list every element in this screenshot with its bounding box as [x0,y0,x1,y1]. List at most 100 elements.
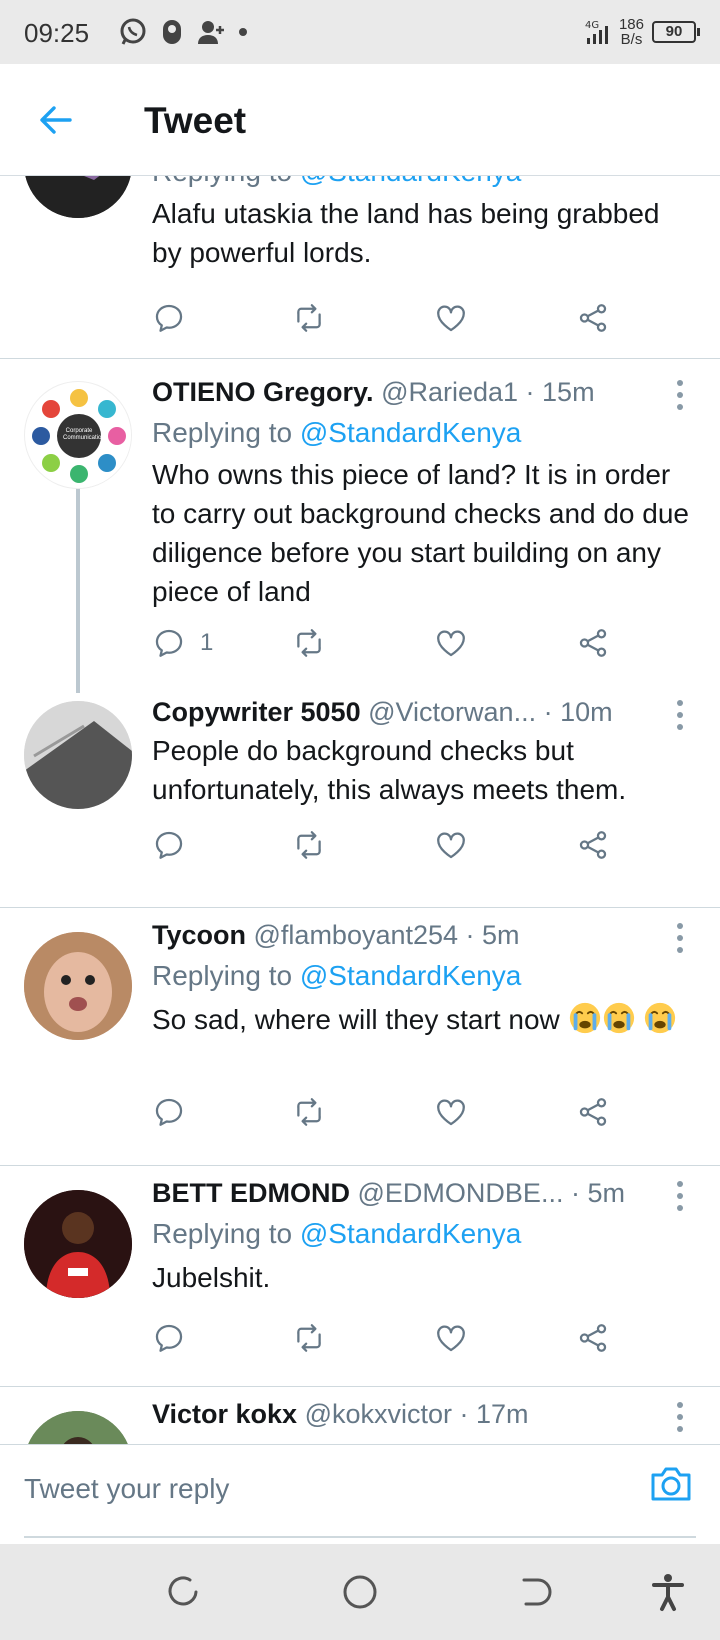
retweet-icon [292,1321,326,1355]
avatar[interactable] [24,932,132,1040]
avatar-image [24,932,132,1040]
share-icon [576,301,610,335]
camera-button[interactable] [648,1461,694,1507]
reply-input-underline [24,1536,696,1538]
share-button[interactable] [576,1090,610,1134]
avatar-image [24,1411,132,1444]
heart-icon [434,828,468,862]
author-name[interactable]: Copywriter 5050 [152,697,361,727]
reply-handle-link[interactable]: @StandardKenya [300,176,521,187]
recents-icon [168,1576,198,1606]
reply-button[interactable]: 1 [152,621,213,665]
author-meta: @Rarieda1 · 15m [381,377,595,407]
reply-button[interactable] [152,823,186,867]
author-meta: @Victorwan... · 10m [368,697,613,727]
share-icon [576,1321,610,1355]
back-nav-button[interactable] [516,1572,556,1612]
author-meta: @flamboyant254 · 5m [253,920,520,950]
tweet-item[interactable]: Tycoon @flamboyant254 · 5m Replying to @… [0,908,720,1165]
reply-icon [152,301,186,335]
more-options-icon[interactable] [670,1399,690,1435]
more-options-icon[interactable] [670,1178,690,1214]
reply-prefix: Replying to [152,1218,293,1249]
avatar-image [24,176,132,218]
avatar[interactable]: Corporate Communication [24,381,132,489]
retweet-button[interactable] [292,1316,326,1360]
reply-icon [152,626,186,660]
retweet-button[interactable] [292,1090,326,1134]
more-options-icon[interactable] [670,377,690,413]
reply-button[interactable] [152,1316,186,1360]
status-bar: 09:25 4G 186 B/s 90 [0,0,720,64]
heart-icon [434,301,468,335]
reply-button[interactable] [152,296,186,340]
svg-text:4G: 4G [585,20,599,31]
reply-composer [0,1444,720,1544]
reply-handle-link[interactable]: @StandardKenya [300,417,521,448]
author-name[interactable]: Tycoon [152,920,246,950]
avatar[interactable] [24,176,132,218]
like-button[interactable] [434,296,468,340]
tweet-item[interactable]: BETT EDMOND @EDMONDBE... · 5m Replying t… [0,1166,720,1386]
author-name[interactable]: BETT EDMOND [152,1178,350,1208]
signal-icon: 4G [585,20,608,44]
back-nav-icon [522,1578,552,1606]
crying-face-icon [602,1001,636,1035]
reply-button[interactable] [152,1090,186,1134]
share-button[interactable] [576,823,610,867]
like-button[interactable] [434,823,468,867]
author-name[interactable]: OTIENO Gregory. [152,377,374,407]
tweet-actions [152,823,622,867]
share-button[interactable] [576,621,610,665]
like-button[interactable] [434,621,468,665]
battery-icon: 90 [652,21,700,43]
recents-button[interactable] [164,1572,204,1612]
arrow-left-icon [40,106,72,134]
like-button[interactable] [434,1316,468,1360]
network-speed-unit: B/s [620,31,643,48]
top-app-bar: Tweet [0,64,720,176]
accessibility-button[interactable] [648,1572,688,1612]
reply-context: Replying to @StandardKenya [152,176,521,188]
share-button[interactable] [576,1316,610,1360]
thread-line [76,471,80,693]
retweet-icon [292,301,326,335]
tweet-actions [152,1090,622,1134]
avatar[interactable] [24,1190,132,1298]
avatar[interactable] [24,701,132,809]
reply-handle-link[interactable]: @StandardKenya [300,1218,521,1249]
status-time: 09:25 [24,18,90,48]
tweet-header: Copywriter 5050 @Victorwan... · 10m [152,697,640,728]
retweet-button[interactable] [292,296,326,340]
author-name[interactable]: Victor kokx [152,1399,297,1429]
reply-context: Replying to @StandardKenya [152,417,521,449]
tweet-text: Who owns this piece of land? It is in or… [152,459,690,607]
tweet-item[interactable]: Victor kokx @kokxvictor · 17m [0,1387,720,1444]
tweet-item[interactable]: Replying to @StandardKenya Alafu utaskia… [0,176,720,358]
reply-handle-link[interactable]: @StandardKenya [300,960,521,991]
tweet-header: OTIENO Gregory. @Rarieda1 · 15m [152,377,640,408]
like-button[interactable] [434,1090,468,1134]
retweet-button[interactable] [292,621,326,665]
tweet-text: Alafu utaskia the land has being grabbed… [152,198,660,268]
reply-feed[interactable]: Replying to @StandardKenya Alafu utaskia… [0,176,720,1444]
tweet-item[interactable]: Corporate Communication OTIENO Gregory. … [0,359,720,699]
tweet-text: Jubelshit. [152,1262,271,1293]
tweet-header: Victor kokx @kokxvictor · 17m [152,1399,640,1430]
avatar[interactable] [24,1411,132,1444]
home-circle-icon [343,1575,377,1609]
reply-input[interactable] [24,1461,624,1517]
retweet-icon [292,1095,326,1129]
tweet-item[interactable]: Copywriter 5050 @Victorwan... · 10m Peop… [0,697,720,907]
crying-face-icon [643,1001,677,1035]
tweet-body: So sad, where will they start now [152,1000,694,1039]
back-button[interactable] [34,98,78,142]
more-options-icon[interactable] [670,697,690,733]
share-button[interactable] [576,296,610,340]
more-options-icon[interactable] [670,920,690,956]
home-button[interactable] [340,1572,380,1612]
author-meta: @kokxvictor · 17m [304,1399,529,1429]
dot-icon [239,28,247,36]
retweet-button[interactable] [292,823,326,867]
tweet-actions [152,296,622,340]
